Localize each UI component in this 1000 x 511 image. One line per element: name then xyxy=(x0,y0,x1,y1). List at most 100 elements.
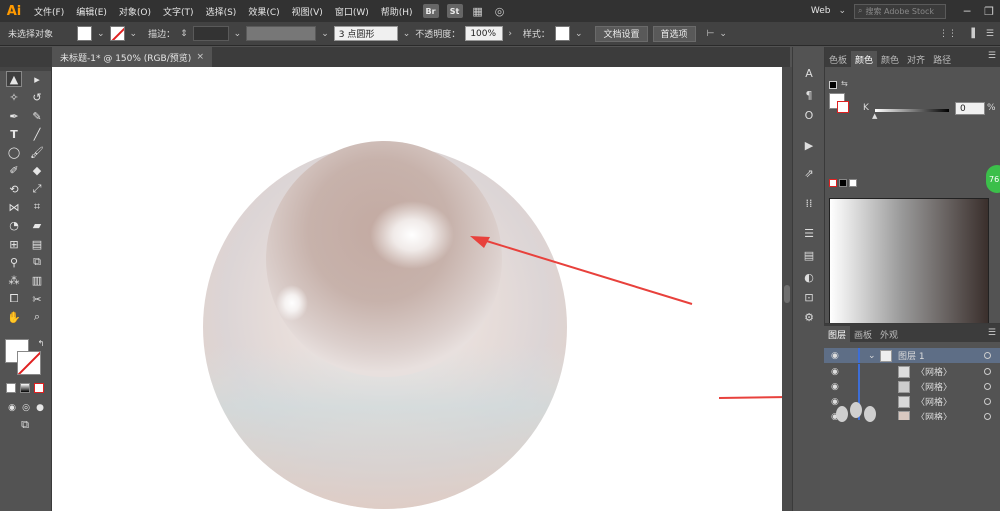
shape-builder-tool-icon[interactable]: ◔ xyxy=(6,217,22,233)
perspective-grid-tool-icon[interactable]: ▰ xyxy=(29,217,45,233)
tab-pathfinder[interactable]: 路径 xyxy=(929,51,955,67)
canvas-area[interactable] xyxy=(52,67,782,511)
expand-chevron-icon[interactable]: ⌄ xyxy=(868,351,876,361)
screen-mode-icon[interactable]: ⧉ xyxy=(17,417,33,433)
symbol-sprayer-tool-icon[interactable]: ⁂ xyxy=(6,272,22,288)
export-icon[interactable]: ⇗ xyxy=(801,165,817,181)
transform-icon[interactable]: ⁞⁞ xyxy=(801,195,817,211)
blend-tool-icon[interactable]: ⧉ xyxy=(29,254,45,270)
menu-edit[interactable]: 编辑(E) xyxy=(70,5,113,18)
target-circle-icon[interactable] xyxy=(984,368,991,375)
paragraph-icon[interactable]: ¶ xyxy=(801,87,817,103)
menu-view[interactable]: 视图(V) xyxy=(286,5,329,18)
stroke-weight-field[interactable] xyxy=(192,26,229,41)
stock-search-input[interactable]: ⌕ 搜索 Adobe Stock xyxy=(854,3,946,19)
eye-icon[interactable]: ◉ xyxy=(831,382,839,392)
workspace-switcher[interactable]: Web xyxy=(803,6,839,16)
stepper-icon[interactable]: ⇕ xyxy=(180,29,188,39)
k-slider-track[interactable] xyxy=(875,109,949,112)
layer-name[interactable]: 〈网格〉 xyxy=(916,395,952,408)
gradient-mode-swatch[interactable] xyxy=(20,383,30,393)
menu-icon[interactable]: ☰ xyxy=(986,29,994,39)
width-tool-icon[interactable]: ⋈ xyxy=(6,199,22,215)
tab-color-guide[interactable]: 颜色 xyxy=(877,51,903,67)
stroke-swatch[interactable] xyxy=(109,26,125,41)
menu-file[interactable]: 文件(F) xyxy=(28,5,70,18)
layer-row[interactable]: ◉ 〈网格〉 xyxy=(824,364,1000,379)
target-circle-icon[interactable] xyxy=(984,383,991,390)
chevron-down-icon[interactable]: ⌄ xyxy=(130,29,138,39)
line-tool-icon[interactable]: ╱ xyxy=(29,126,45,142)
chevron-down-icon[interactable]: ⌄ xyxy=(719,29,727,39)
swap-colors-icon[interactable]: ⇆ xyxy=(841,79,848,88)
preferences-button[interactable]: 首选项 xyxy=(652,25,696,42)
shaper-tool-icon[interactable]: ✐ xyxy=(6,162,22,178)
menu-icon[interactable]: ☰ xyxy=(988,328,996,338)
links-icon[interactable]: ⊡ xyxy=(801,289,817,305)
chevron-down-icon[interactable]: ⌄ xyxy=(97,29,105,39)
menu-object[interactable]: 对象(O) xyxy=(113,5,157,18)
lasso-tool-icon[interactable]: ↺ xyxy=(29,89,45,105)
opentype-icon[interactable]: O xyxy=(801,107,817,123)
chevron-down-icon[interactable]: ⌄ xyxy=(321,29,329,39)
document-setup-button[interactable]: 文档设置 xyxy=(595,25,648,42)
chevron-down-icon[interactable]: ⌄ xyxy=(403,29,411,39)
stroke-color-swatch[interactable] xyxy=(17,351,41,375)
eye-icon[interactable]: ◉ xyxy=(831,367,839,377)
artboard[interactable] xyxy=(52,67,782,511)
target-circle-icon[interactable] xyxy=(984,352,991,359)
eye-icon[interactable]: ◉ xyxy=(831,351,839,361)
menu-type[interactable]: 文字(T) xyxy=(157,5,200,18)
brush-definition[interactable]: 3 点圆形 xyxy=(333,26,398,41)
reset-colors-icon[interactable] xyxy=(829,81,837,89)
menu-icon[interactable]: ☰ xyxy=(988,51,996,61)
menu-help[interactable]: 帮助(H) xyxy=(375,5,419,18)
chevron-right-icon[interactable]: › xyxy=(508,29,512,39)
layer-row[interactable]: ◉ ⌄ 图层 1 xyxy=(824,348,1000,363)
color-spectrum[interactable] xyxy=(829,198,989,336)
tab-artboards[interactable]: 画板 xyxy=(850,326,876,342)
chevron-down-icon[interactable]: ⌄ xyxy=(234,29,242,39)
target-circle-icon[interactable] xyxy=(984,398,991,405)
opacity-field[interactable]: 100% xyxy=(465,26,504,41)
scrollbar-thumb[interactable] xyxy=(784,285,790,303)
tab-align[interactable]: 对齐 xyxy=(903,51,929,67)
paintbrush-tool-icon[interactable]: 🖌 xyxy=(29,144,45,160)
target-circle-icon[interactable] xyxy=(984,413,991,420)
type-tool-icon[interactable]: T xyxy=(6,126,22,142)
selection-tool-icon[interactable]: ▲ xyxy=(6,71,22,87)
slider-handle-icon[interactable]: ▲ xyxy=(872,112,877,120)
white-swatch[interactable] xyxy=(849,179,857,187)
settings-icon[interactable]: ⚙ xyxy=(801,309,817,325)
rotate-tool-icon[interactable]: ⟲ xyxy=(6,181,22,197)
actions-icon[interactable]: ▶ xyxy=(801,137,817,153)
magic-wand-tool-icon[interactable]: ✧ xyxy=(6,89,22,105)
chevron-down-icon[interactable]: ⌄ xyxy=(575,29,583,39)
tab-layers[interactable]: 图层 xyxy=(824,326,851,342)
layer-name[interactable]: 〈网格〉 xyxy=(916,380,952,393)
tab-swatches[interactable]: 色板 xyxy=(825,51,851,67)
minimize-button[interactable]: ─ xyxy=(956,5,978,18)
arrange-icon[interactable]: ⋮⋮ xyxy=(939,29,957,39)
restore-button[interactable]: ❐ xyxy=(978,5,1000,18)
fill-swatch[interactable] xyxy=(77,26,92,41)
close-icon[interactable]: × xyxy=(196,52,204,62)
arrange-documents-icon[interactable]: ▦ xyxy=(467,5,489,18)
slice-tool-icon[interactable]: ✂ xyxy=(29,291,45,307)
zoom-tool-icon[interactable]: ⌕ xyxy=(29,309,45,325)
stock-button[interactable]: St xyxy=(446,4,463,18)
eyedropper-tool-icon[interactable]: ⚲ xyxy=(6,254,22,270)
color-mode-swatch[interactable] xyxy=(6,383,16,393)
align-options-icon[interactable]: ⊢ xyxy=(707,29,715,39)
pen-tool-icon[interactable]: ✒ xyxy=(6,108,22,124)
draw-inside-icon[interactable]: ● xyxy=(32,400,48,416)
notification-badge[interactable]: 76 xyxy=(986,165,1000,193)
direct-selection-tool-icon[interactable]: ▸ xyxy=(29,71,45,87)
layer-name[interactable]: 图层 1 xyxy=(898,349,925,362)
menu-effect[interactable]: 效果(C) xyxy=(242,5,285,18)
stroke-panel-icon[interactable]: ☰ xyxy=(801,225,817,241)
chevron-down-icon[interactable]: ⌄ xyxy=(838,6,846,16)
character-icon[interactable]: A xyxy=(801,65,817,81)
layer-name[interactable]: 〈网格〉 xyxy=(916,365,952,378)
menu-select[interactable]: 选择(S) xyxy=(200,5,243,18)
